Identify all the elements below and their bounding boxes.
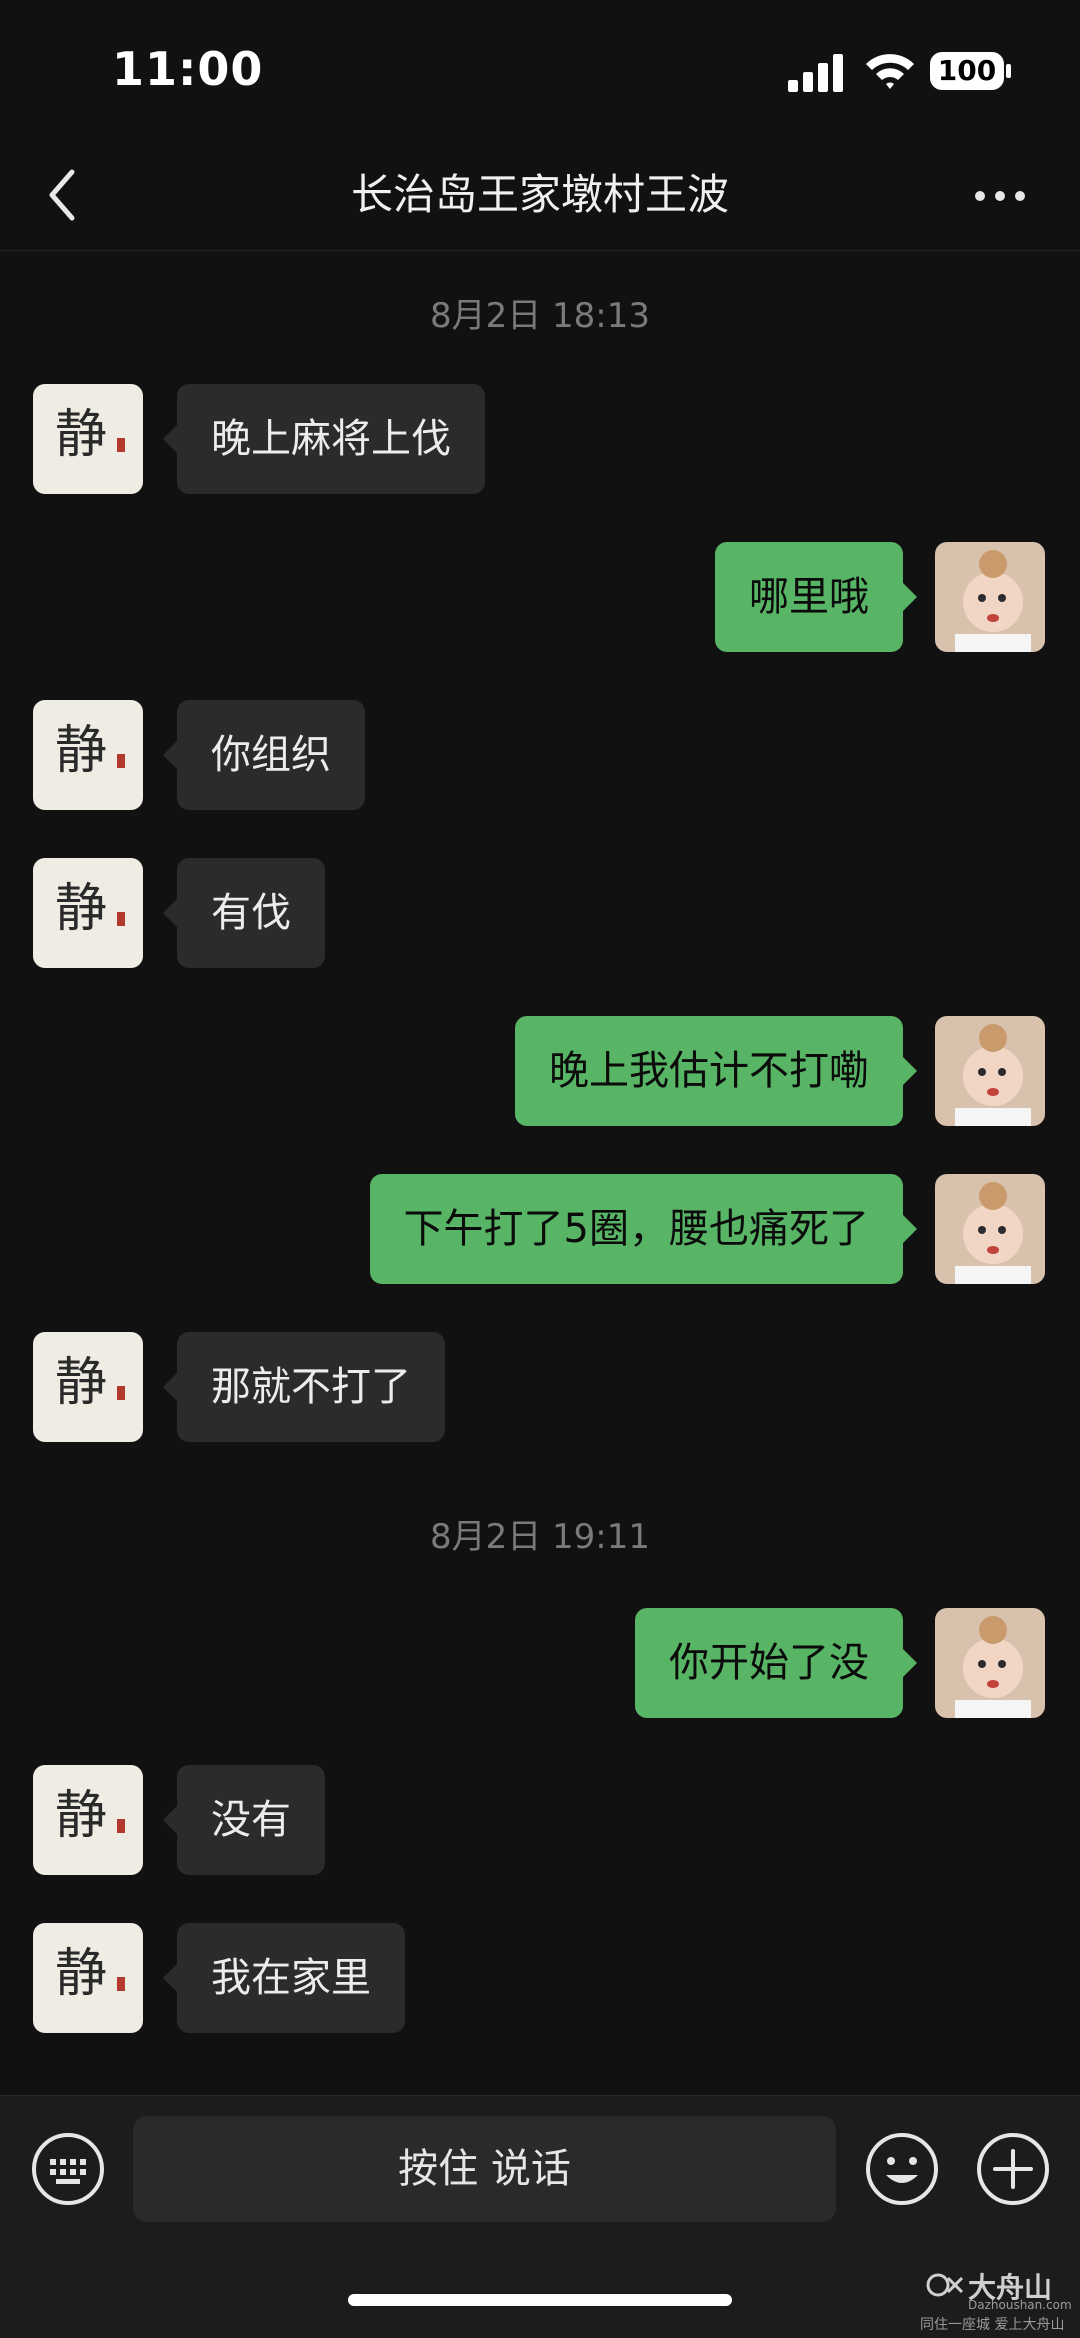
timestamp: 8月2日 19:11 (429, 1517, 651, 1557)
battery-tip (1006, 64, 1011, 78)
keyboard-icon[interactable] (30, 2131, 106, 2207)
contact-avatar[interactable]: 静 (33, 700, 143, 810)
hold-to-talk-button[interactable]: 按住 说话 (133, 2116, 836, 2222)
self-avatar[interactable] (935, 1174, 1045, 1284)
back-chevron-icon[interactable] (36, 162, 88, 228)
self-avatar[interactable] (935, 1608, 1045, 1718)
input-bar: 按住 说话 大舟山 Dazhoushan.com 同住一座城 爱上大舟山 (0, 2095, 1080, 2338)
message-bubble-incoming[interactable]: 没有 (163, 1765, 325, 1875)
contact-avatar[interactable]: 静 (33, 1332, 143, 1442)
message-bubble-incoming[interactable]: 那就不打了 (163, 1332, 445, 1442)
status-time: 11:00 (112, 42, 264, 96)
contact-avatar[interactable]: 静 (33, 1765, 143, 1875)
message-bubble-outgoing[interactable]: 晚上我估计不打嘞 (515, 1016, 917, 1126)
contact-avatar[interactable]: 静 (33, 858, 143, 968)
watermark-tagline: 同住一座城 爱上大舟山 (920, 2317, 1065, 2333)
chat-header: 长治岛王家墩村王波 (0, 140, 1080, 251)
self-avatar[interactable] (935, 542, 1045, 652)
message-bubble-incoming[interactable]: 有伐 (163, 858, 325, 968)
watermark: 大舟山 Dazhoushan.com 同住一座城 爱上大舟山 (920, 2266, 1072, 2333)
battery-indicator: 100 (930, 52, 1004, 90)
message-bubble-outgoing[interactable]: 你开始了没 (635, 1608, 917, 1718)
more-options-icon[interactable] (968, 168, 1032, 224)
avatar-calligraphy: 静 (55, 1944, 107, 2004)
wifi-icon (866, 54, 914, 89)
avatar-calligraphy: 静 (55, 405, 107, 465)
message-bubble-incoming[interactable]: 晚上麻将上伐 (163, 384, 485, 494)
message-bubble-incoming[interactable]: 我在家里 (163, 1923, 405, 2033)
cellular-signal-icon (788, 54, 843, 92)
watermark-url: Dazhoushan.com (968, 2298, 1072, 2312)
watermark-logo-icon (926, 2273, 964, 2297)
message-bubble-incoming[interactable]: 你组织 (163, 700, 365, 810)
avatar-calligraphy: 静 (55, 879, 107, 939)
chat-title: 长治岛王家墩村王波 (350, 170, 729, 219)
avatar-calligraphy: 静 (55, 1353, 107, 1413)
avatar-calligraphy: 静 (55, 1786, 107, 1846)
contact-avatar[interactable]: 静 (33, 384, 143, 494)
message-bubble-outgoing[interactable]: 哪里哦 (715, 542, 917, 652)
contact-avatar[interactable]: 静 (33, 1923, 143, 2033)
timestamp: 8月2日 18:13 (429, 296, 651, 336)
add-attachment-icon[interactable] (975, 2131, 1051, 2207)
message-list[interactable]: 8月2日 18:13 静 晚上麻将上伐 哪里哦 静 你组织 静 有伐 晚上我估计… (0, 251, 1080, 2095)
emoji-icon[interactable] (864, 2131, 940, 2207)
self-avatar[interactable] (935, 1016, 1045, 1126)
status-bar: 11:00 100 (0, 0, 1080, 140)
home-indicator[interactable] (348, 2294, 732, 2306)
message-bubble-outgoing[interactable]: 下午打了5圈，腰也痛死了 (369, 1174, 918, 1284)
avatar-calligraphy: 静 (55, 721, 107, 781)
